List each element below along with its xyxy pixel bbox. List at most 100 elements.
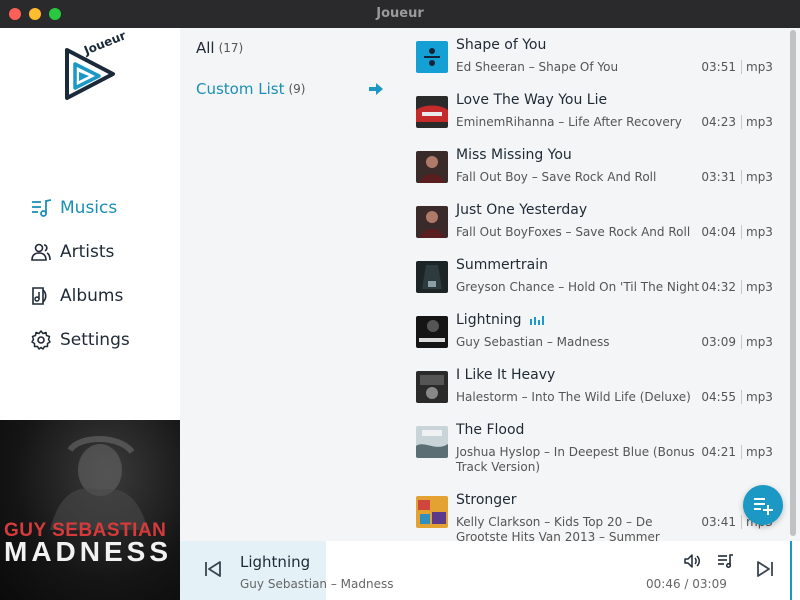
- track-thumbnail: [416, 316, 448, 348]
- divider: [741, 170, 742, 184]
- track-duration: 04:21: [701, 445, 736, 459]
- track-row[interactable]: I Like It Heavy Halestorm – Into The Wil…: [416, 363, 776, 415]
- track-row[interactable]: Lightning Guy Sebastian – Madness 03:09 …: [416, 308, 776, 360]
- divider: [741, 515, 742, 529]
- track-thumbnail: [416, 151, 448, 183]
- people-icon: [31, 243, 51, 261]
- nav-item-albums[interactable]: Albums: [30, 274, 130, 318]
- volume-icon[interactable]: [683, 552, 701, 570]
- track-title: Love The Way You Lie: [456, 92, 608, 108]
- divider: [741, 115, 742, 129]
- track-title: I Like It Heavy: [456, 367, 556, 383]
- now-playing-title: Lightning: [240, 553, 311, 571]
- track-duration: 03:51: [701, 60, 736, 74]
- album-art-title: MADNESS: [4, 536, 173, 567]
- nav-label-settings: Settings: [60, 330, 130, 350]
- track-title: Stronger: [456, 492, 517, 508]
- track-row[interactable]: Stronger Kelly Clarkson – Kids Top 20 – …: [416, 488, 776, 541]
- player-bar: Lightning Guy Sebastian – Madness 00:46 …: [180, 541, 800, 600]
- title-bar: Joueur: [0, 0, 800, 28]
- nav-label-musics: Musics: [60, 198, 118, 218]
- music-list-icon: [32, 199, 52, 217]
- track-row[interactable]: Love The Way You Lie EminemRihanna – Lif…: [416, 88, 776, 140]
- list-name: All: [196, 39, 215, 57]
- list-count: (17): [218, 41, 244, 55]
- track-subtitle: Ed Sheeran – Shape Of You: [456, 60, 619, 74]
- track-duration: 04:55: [701, 390, 736, 404]
- album-figure-image: [50, 436, 148, 530]
- list-name: Custom List: [196, 80, 285, 98]
- track-format: mp3: [746, 280, 773, 294]
- track-subtitle: Kelly Clarkson – Kids Top 20 – De Groots…: [456, 515, 660, 541]
- previous-track-icon[interactable]: [202, 558, 224, 580]
- sidebar: Joueur Musics Artists Albums Settings: [0, 28, 180, 420]
- now-playing-subtitle: Guy Sebastian – Madness: [240, 577, 394, 591]
- track-subtitle: EminemRihanna – Life After Recovery: [456, 115, 682, 129]
- next-track-icon[interactable]: [754, 558, 776, 580]
- track-duration: 04:32: [701, 280, 736, 294]
- track-duration: 04:23: [701, 115, 736, 129]
- now-playing-equalizer-icon: [529, 316, 544, 325]
- playback-time: 00:46 / 03:09: [646, 577, 727, 591]
- track-duration: 03:09: [701, 335, 736, 349]
- track-thumbnail: [416, 261, 448, 293]
- divider: [741, 60, 742, 74]
- arrow-right-icon[interactable]: [368, 81, 384, 97]
- nav-label-albums: Albums: [60, 286, 124, 306]
- track-list: Shape of You Ed Sheeran – Shape Of You 0…: [400, 28, 800, 541]
- list-count: (9): [288, 82, 306, 96]
- track-title: Summertrain: [456, 257, 548, 273]
- track-subtitle: Guy Sebastian – Madness: [456, 335, 610, 349]
- track-row[interactable]: Miss Missing You Fall Out Boy – Save Roc…: [416, 143, 776, 195]
- track-duration: 03:41: [701, 515, 736, 529]
- track-duration: 03:31: [701, 170, 736, 184]
- progress-edge: [790, 541, 792, 600]
- queue-icon[interactable]: [716, 552, 734, 570]
- divider: [741, 225, 742, 239]
- list-item-all[interactable]: All (17): [196, 36, 384, 60]
- track-row[interactable]: Summertrain Greyson Chance – Hold On 'Ti…: [416, 253, 776, 305]
- track-subtitle: Greyson Chance – Hold On 'Til The Night: [456, 280, 700, 294]
- track-row[interactable]: The Flood Joshua Hyslop – In Deepest Blu…: [416, 418, 776, 474]
- album-icon: [32, 287, 47, 305]
- divider: [741, 335, 742, 349]
- track-format: mp3: [746, 445, 773, 459]
- track-subtitle: Fall Out BoyFoxes – Save Rock And Roll: [456, 225, 691, 239]
- app-logo: Joueur: [55, 28, 128, 102]
- track-format: mp3: [746, 335, 773, 349]
- track-format: mp3: [746, 115, 773, 129]
- track-thumbnail: [416, 426, 448, 458]
- list-item-custom-list[interactable]: Custom List (9): [196, 77, 384, 101]
- track-row[interactable]: Shape of You Ed Sheeran – Shape Of You 0…: [416, 33, 776, 85]
- track-thumbnail: [416, 371, 448, 403]
- track-title: The Flood: [456, 422, 525, 438]
- track-title: Just One Yesterday: [456, 202, 588, 218]
- track-thumbnail: [416, 96, 448, 128]
- track-subtitle: Fall Out Boy – Save Rock And Roll: [456, 170, 657, 184]
- playlist-add-icon: [754, 498, 773, 515]
- track-thumbnail: [416, 496, 448, 528]
- track-thumbnail: [416, 41, 448, 73]
- divider: [741, 445, 742, 459]
- nav-item-settings[interactable]: Settings: [30, 318, 130, 362]
- track-format: mp3: [746, 170, 773, 184]
- track-duration: 04:04: [701, 225, 736, 239]
- gear-icon: [31, 330, 51, 350]
- track-list-scrollbar[interactable]: [790, 30, 796, 536]
- track-format: mp3: [746, 390, 773, 404]
- add-to-playlist-button[interactable]: [743, 485, 783, 525]
- nav-label-artists: Artists: [60, 242, 115, 262]
- nav-item-artists[interactable]: Artists: [30, 230, 130, 274]
- main-nav: Musics Artists Albums Settings: [30, 186, 130, 362]
- track-subtitle: Halestorm – Into The Wild Life (Deluxe): [456, 390, 691, 404]
- nav-item-musics[interactable]: Musics: [30, 186, 130, 230]
- track-format: mp3: [746, 60, 773, 74]
- track-row[interactable]: Just One Yesterday Fall Out BoyFoxes – S…: [416, 198, 776, 250]
- track-title: Shape of You: [456, 37, 547, 53]
- playlists-panel: All (17) Custom List (9): [180, 28, 400, 541]
- track-thumbnail: [416, 206, 448, 238]
- divider: [741, 280, 742, 294]
- now-playing-album-art: GUY SEBASTIAN MADNESS: [0, 420, 180, 600]
- window-title: Joueur: [376, 6, 424, 21]
- track-title-text: Lightning: [456, 312, 522, 328]
